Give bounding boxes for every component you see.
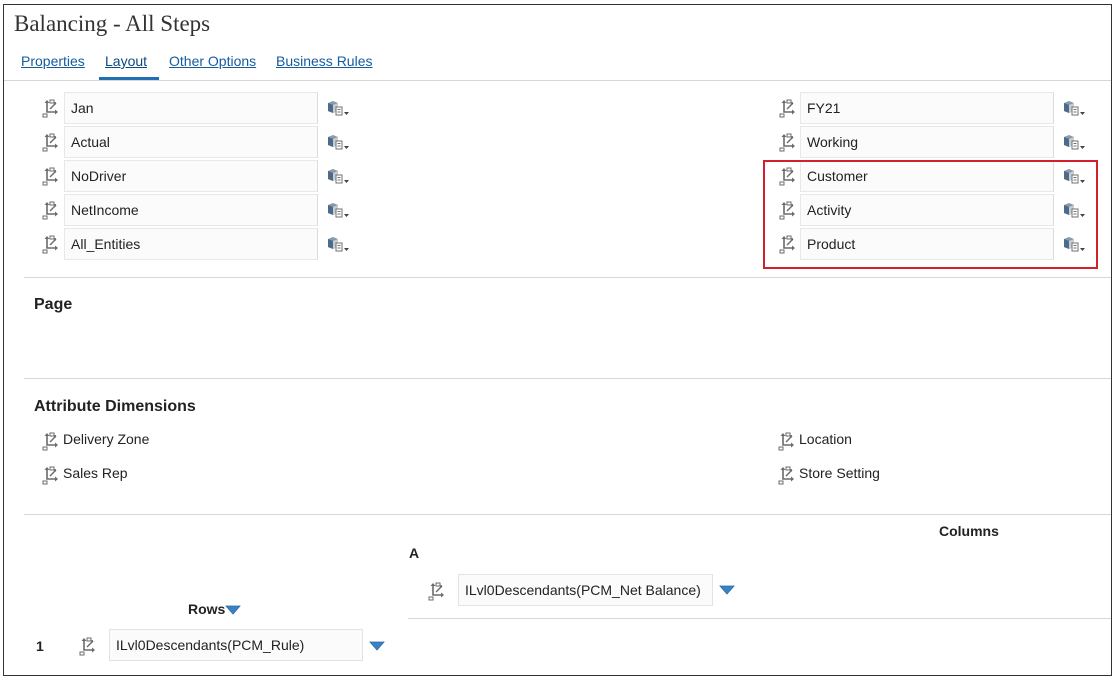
row-member-field[interactable]: ILvl0Descendants(PCM_Rule) [109, 629, 363, 661]
columns-divider [408, 618, 1111, 619]
attribute-sales-rep[interactable]: Sales Rep [41, 465, 241, 487]
move-icon[interactable] [427, 581, 447, 601]
move-icon[interactable] [778, 98, 798, 118]
tab-other-options[interactable]: Other Options [169, 53, 256, 69]
attribute-label: Delivery Zone [63, 431, 150, 447]
rows-dropdown-icon[interactable] [225, 605, 241, 615]
move-icon[interactable] [78, 636, 98, 656]
column-letter: A [409, 545, 420, 561]
row-dropdown-icon[interactable] [369, 641, 385, 651]
member-selector-icon[interactable] [1061, 100, 1087, 118]
member-selector-icon[interactable] [1061, 134, 1087, 152]
move-icon[interactable] [41, 431, 61, 451]
page-title: Balancing - All Steps [14, 11, 211, 36]
attribute-location[interactable]: Location [777, 431, 977, 453]
move-icon[interactable] [41, 200, 61, 220]
member-selector-icon[interactable] [325, 236, 351, 254]
column-member-field[interactable]: ILvl0Descendants(PCM_Net Balance) [458, 574, 713, 606]
move-icon[interactable] [777, 465, 797, 485]
attribute-label: Location [799, 431, 852, 447]
pov-field-working[interactable]: Working [800, 126, 1054, 158]
columns-label: Columns [939, 523, 999, 539]
pov-field-jan[interactable]: Jan [64, 92, 318, 124]
move-icon[interactable] [41, 132, 61, 152]
page-section-title: Page [34, 296, 73, 313]
move-icon[interactable] [777, 431, 797, 451]
tab-layout[interactable]: Layout [105, 53, 147, 69]
pov-field-netincome[interactable]: NetIncome [64, 194, 318, 226]
move-icon[interactable] [778, 132, 798, 152]
member-selector-icon[interactable] [325, 202, 351, 220]
pov-field-fy21[interactable]: FY21 [800, 92, 1054, 124]
column-dropdown-icon[interactable] [719, 585, 735, 595]
attribute-dimensions-title: Attribute Dimensions [34, 398, 196, 415]
pov-field-all-entities[interactable]: All_Entities [64, 228, 318, 260]
attribute-label: Sales Rep [63, 465, 128, 481]
section-divider [24, 277, 1111, 278]
row-number: 1 [36, 638, 44, 654]
tab-business-rules[interactable]: Business Rules [276, 53, 373, 69]
pov-field-actual[interactable]: Actual [64, 126, 318, 158]
move-icon[interactable] [41, 234, 61, 254]
move-icon[interactable] [41, 166, 61, 186]
move-icon[interactable] [41, 98, 61, 118]
tab-bar-divider [4, 80, 1111, 81]
tab-properties[interactable]: Properties [21, 53, 85, 69]
move-icon[interactable] [41, 465, 61, 485]
highlight-box [763, 160, 1098, 269]
rows-label: Rows [188, 601, 226, 617]
member-selector-icon[interactable] [325, 134, 351, 152]
section-divider [24, 514, 1111, 515]
member-selector-icon[interactable] [325, 168, 351, 186]
attribute-label: Store Setting [799, 465, 880, 481]
section-divider [24, 378, 1111, 379]
attribute-delivery-zone[interactable]: Delivery Zone [41, 431, 241, 453]
pov-field-nodriver[interactable]: NoDriver [64, 160, 318, 192]
member-selector-icon[interactable] [325, 100, 351, 118]
attribute-store-setting[interactable]: Store Setting [777, 465, 977, 487]
